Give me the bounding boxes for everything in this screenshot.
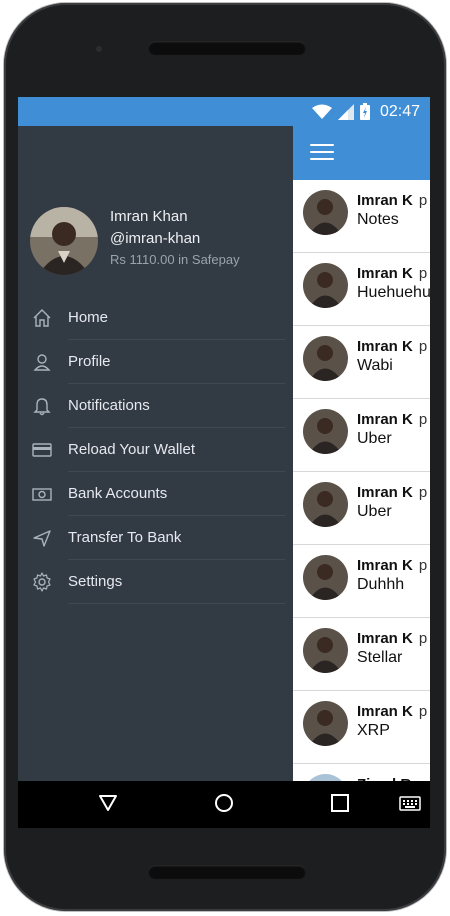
front-camera (96, 46, 102, 52)
feed-item-verb: p (418, 411, 428, 428)
divider (68, 603, 285, 604)
hamburger-line (310, 151, 334, 153)
feed-item-verb: p (418, 192, 428, 209)
recents-icon[interactable] (331, 794, 349, 812)
feed-item-note: XRP (357, 722, 390, 739)
drawer-item-settings[interactable]: Settings (18, 560, 293, 604)
drawer-item-reload-wallet[interactable]: Reload Your Wallet (18, 428, 293, 472)
profile-avatar[interactable] (30, 207, 98, 275)
navigation-drawer: Imran Khan @imran-khan Rs 1110.00 in Saf… (18, 126, 293, 781)
menu-button[interactable] (310, 144, 334, 162)
cell-signal-icon (337, 103, 354, 120)
feed-item[interactable]: Imran K p Wabi (293, 326, 430, 399)
feed-item-verb: p (418, 338, 428, 355)
profile-name: Imran Khan (110, 208, 188, 225)
feed-item-name: Imran K (357, 703, 413, 720)
drawer-item-transfer-to-bank[interactable]: Transfer To Bank (18, 516, 293, 560)
wifi-icon (311, 104, 332, 119)
earpiece-speaker (148, 41, 306, 55)
avatar (303, 263, 348, 308)
feed-item-note: Stellar (357, 649, 403, 666)
feed-item-name: Imran K (357, 630, 413, 647)
hamburger-line (310, 158, 334, 160)
back-icon[interactable] (98, 793, 118, 813)
bottom-speaker (148, 865, 306, 879)
avatar (303, 190, 348, 235)
bell-icon (33, 398, 51, 416)
profile-handle: @imran-khan (110, 230, 201, 247)
drawer-menu: Home Profile Notifications Reload Your W… (18, 296, 293, 604)
feed-item-note: Duhhh (357, 576, 405, 593)
avatar (303, 555, 348, 600)
activity-feed: Imran Kp Notes Imran Kp Huehuehu Imran K… (293, 180, 430, 828)
feed-item[interactable]: Imran K p Stellar (293, 618, 430, 691)
feed-item-note: Wabi (357, 357, 393, 374)
feed-item[interactable]: Imran K p Uber (293, 472, 430, 545)
battery-icon (359, 103, 370, 120)
profile-balance: Rs 1110.00 in Safepay (110, 252, 240, 267)
avatar (303, 701, 348, 746)
feed-item[interactable]: Imran K p Huehuehu (293, 253, 430, 326)
drawer-item-notifications[interactable]: Notifications (18, 384, 293, 428)
feed-item-note: Huehuehu (357, 284, 430, 301)
person-icon (33, 354, 51, 371)
send-icon (33, 530, 51, 547)
status-bar: 02:47 (18, 97, 430, 126)
feed-item-note: Uber (357, 503, 392, 520)
gear-icon (33, 572, 51, 592)
drawer-item-label: Notifications (68, 397, 150, 414)
feed-item-verb: p (418, 703, 428, 720)
bank-note-icon (32, 488, 52, 501)
home-circle-icon[interactable] (214, 793, 234, 813)
feed-item-note: Uber (357, 430, 392, 447)
home-icon (33, 309, 51, 327)
feed-item-name: Imran K (357, 411, 413, 428)
drawer-item-profile[interactable]: Profile (18, 340, 293, 384)
feed-item-name: Imran K (357, 265, 413, 282)
feed-item-verb: p (418, 557, 428, 574)
screen: 02:47 Imran K p Notes Imran K p Huehuehu … (18, 97, 430, 828)
drawer-item-label: Transfer To Bank (68, 529, 182, 546)
drawer-item-label: Settings (68, 573, 123, 590)
drawer-item-bank-accounts[interactable]: Bank Accounts (18, 472, 293, 516)
avatar (303, 628, 348, 673)
drawer-item-label: Reload Your Wallet (68, 441, 196, 458)
feed-item-name: Imran K (357, 192, 413, 209)
feed-item[interactable]: Imran K p XRP (293, 691, 430, 764)
drawer-item-home[interactable]: Home (18, 296, 293, 340)
feed-item-verb: p (418, 630, 428, 647)
drawer-item-label: Profile (68, 353, 111, 370)
credit-card-icon (32, 443, 52, 457)
feed-item-name: Imran K (357, 338, 413, 355)
keyboard-icon[interactable] (399, 796, 421, 812)
system-navigation-bar (18, 781, 430, 828)
drawer-item-label: Home (68, 309, 109, 326)
avatar (303, 336, 348, 381)
feed-item[interactable]: Imran K p Duhhh (293, 545, 430, 618)
feed-item[interactable]: Imran K p Notes (293, 180, 430, 253)
feed-item-verb: p (418, 265, 428, 282)
feed-item-name: Imran K (357, 484, 413, 501)
avatar (303, 409, 348, 454)
drawer-item-label: Bank Accounts (68, 485, 168, 502)
feed-item-verb: p (418, 484, 428, 501)
feed-item-note: Notes (357, 211, 399, 228)
feed-item-name: Imran K (357, 557, 413, 574)
feed-item[interactable]: Imran K p Uber (293, 399, 430, 472)
hamburger-line (310, 144, 334, 146)
avatar (303, 482, 348, 527)
clock: 02:47 (379, 102, 420, 120)
